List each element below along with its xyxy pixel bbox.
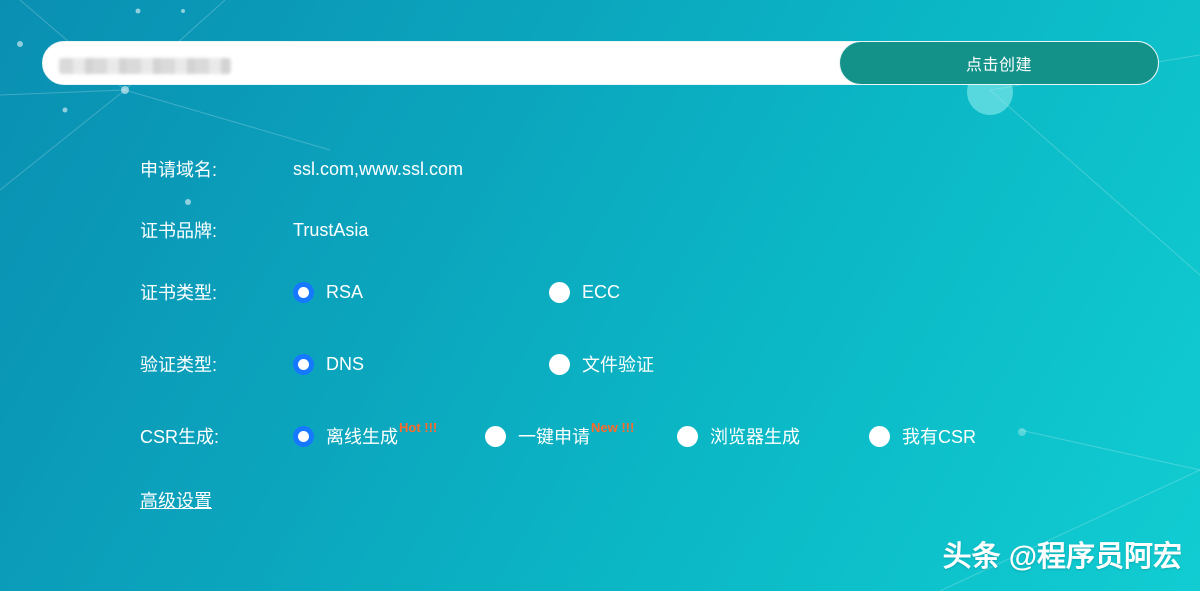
hot-badge: Hot !!!	[399, 419, 438, 435]
brand-label: 证书品牌:	[140, 221, 218, 241]
csr-option-label: 我有CSR	[902, 427, 977, 447]
cert-type-option-ecc[interactable]: ECC	[549, 276, 620, 308]
advanced-settings-link[interactable]: 高级设置	[140, 487, 212, 513]
cert-type-option-label: ECC	[582, 281, 621, 302]
csr-option-label: 浏览器生成	[710, 427, 800, 447]
verify-type-option-label: 文件验证	[582, 355, 654, 375]
csr-option-label: 一键申请	[518, 427, 590, 447]
radio-offline[interactable]	[293, 425, 314, 447]
domain-label: 申请域名:	[140, 160, 218, 180]
verify-type-row: 验证类型: DNS 文件验证	[140, 348, 1040, 380]
new-badge: New !!!	[591, 419, 635, 435]
domain-row: 申请域名: ssl.com,www.ssl.com	[140, 153, 463, 185]
cert-type-row: 证书类型: RSA ECC	[140, 276, 1040, 308]
csr-option-one-click[interactable]: 一键申请 New !!!	[485, 420, 634, 452]
radio-ecc[interactable]	[549, 281, 570, 303]
brand-row: 证书品牌: TrustAsia	[140, 214, 368, 246]
radio-rsa[interactable]	[293, 281, 314, 303]
csr-label: CSR生成:	[140, 427, 220, 447]
redacted-text-blur	[59, 58, 231, 74]
brand-value: TrustAsia	[293, 219, 369, 240]
csr-row: CSR生成: 离线生成 Hot !!! 一键申请 New !!! 浏览器生成 我…	[140, 420, 1040, 452]
create-bar: 点击创建	[42, 41, 1159, 85]
watermark: 头条 @程序员阿宏	[942, 541, 1182, 573]
cert-type-option-rsa[interactable]: RSA	[293, 276, 363, 308]
radio-one-click[interactable]	[485, 425, 506, 447]
create-button[interactable]: 点击创建	[839, 41, 1159, 85]
verify-type-option-label: DNS	[326, 353, 365, 374]
radio-browser[interactable]	[677, 425, 698, 447]
cert-type-label: 证书类型:	[140, 283, 218, 303]
radio-dns[interactable]	[293, 353, 314, 375]
csr-option-own[interactable]: 我有CSR	[869, 420, 976, 452]
verify-type-label: 验证类型:	[140, 355, 218, 375]
cert-type-option-label: RSA	[326, 281, 364, 302]
verify-type-option-file[interactable]: 文件验证	[549, 348, 654, 380]
radio-file[interactable]	[549, 353, 570, 375]
verify-type-option-dns[interactable]: DNS	[293, 348, 364, 380]
radio-own-csr[interactable]	[869, 425, 890, 447]
csr-option-browser[interactable]: 浏览器生成	[677, 420, 800, 452]
csr-option-offline[interactable]: 离线生成 Hot !!!	[293, 420, 437, 452]
csr-option-label: 离线生成	[326, 427, 398, 447]
domain-value: ssl.com,www.ssl.com	[293, 158, 464, 179]
